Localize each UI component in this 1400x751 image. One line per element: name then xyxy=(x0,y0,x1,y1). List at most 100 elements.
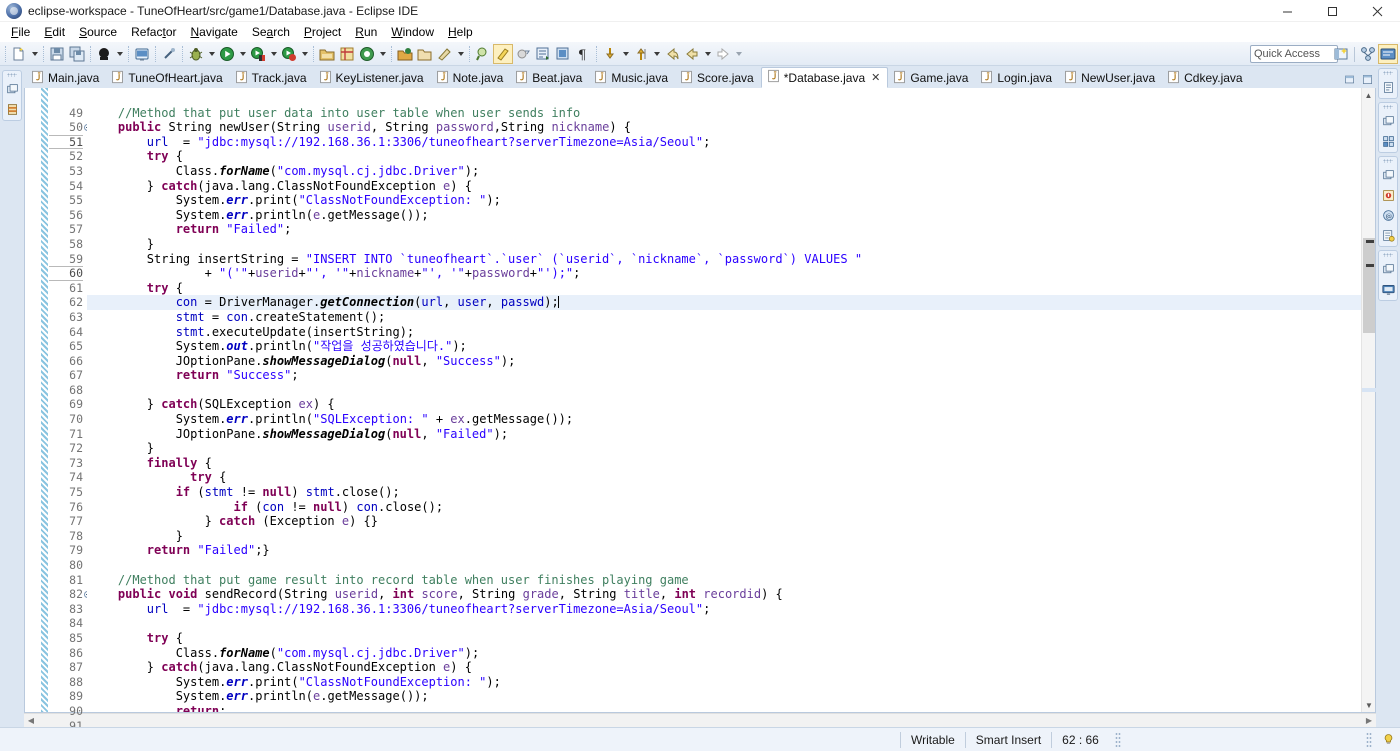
code-line[interactable]: url = "jdbc:mysql://192.168.36.1:3306/tu… xyxy=(87,135,1361,150)
editor-tab-tuneofheartjava[interactable]: TuneOfHeart.java xyxy=(106,67,229,88)
open-folder-icon[interactable] xyxy=(415,44,435,64)
menu-search[interactable]: Search xyxy=(245,23,297,41)
code-line[interactable]: } catch (Exception e) {} xyxy=(87,514,1361,529)
code-line[interactable] xyxy=(87,616,1361,631)
rail-grip[interactable] xyxy=(7,73,17,77)
code-line[interactable]: finally { xyxy=(87,456,1361,471)
scroll-left-arrow[interactable]: ◀ xyxy=(24,714,38,728)
console-view-icon[interactable] xyxy=(1379,280,1397,298)
previous-annotation-icon[interactable] xyxy=(553,44,573,64)
open-perspective-icon[interactable] xyxy=(1331,44,1351,64)
forward-dropdown-arrow[interactable] xyxy=(733,44,744,64)
lightbulb-icon[interactable] xyxy=(1382,733,1396,747)
rail-grip[interactable] xyxy=(1383,105,1393,109)
code-line[interactable]: } xyxy=(87,237,1361,252)
open-task-icon[interactable] xyxy=(435,44,455,64)
goto-line-icon[interactable] xyxy=(631,44,651,64)
editor-tab-cdkeyjava[interactable]: Cdkey.java xyxy=(1162,67,1249,88)
new-wizard-icon[interactable] xyxy=(9,44,29,64)
search-icon[interactable] xyxy=(473,44,493,64)
javadoc-view-icon[interactable]: @ xyxy=(1379,206,1397,224)
profile-dropdown-arrow[interactable] xyxy=(299,44,310,64)
open-task-dropdown-arrow[interactable] xyxy=(455,44,466,64)
code-line[interactable]: //Method that put game result into recor… xyxy=(87,573,1361,588)
editor-left-ruler[interactable] xyxy=(25,88,39,712)
new-annotation-icon[interactable] xyxy=(357,44,377,64)
code-line[interactable]: try { xyxy=(87,631,1361,646)
code-line[interactable]: if (con != null) con.close(); xyxy=(87,500,1361,515)
code-line[interactable]: System.err.println(e.getMessage()); xyxy=(87,208,1361,223)
maximize-editor-icon[interactable] xyxy=(1360,72,1374,86)
code-line[interactable]: JOptionPane.showMessageDialog(null, "Suc… xyxy=(87,354,1361,369)
code-line[interactable]: } xyxy=(87,441,1361,456)
code-line[interactable]: Class.forName("com.mysql.cj.jdbc.Driver"… xyxy=(87,646,1361,661)
menu-refactor[interactable]: Refactor xyxy=(124,23,183,41)
code-line[interactable] xyxy=(87,91,1361,106)
problems-view-icon[interactable] xyxy=(1379,186,1397,204)
code-line[interactable]: } catch(java.lang.ClassNotFoundException… xyxy=(87,179,1361,194)
code-line[interactable]: stmt = con.createStatement(); xyxy=(87,310,1361,325)
outline-view-icon[interactable] xyxy=(1379,78,1397,96)
task-list-icon[interactable] xyxy=(1379,132,1397,150)
editor-tab-mainjava[interactable]: Main.java xyxy=(26,67,106,88)
menu-help[interactable]: Help xyxy=(441,23,480,41)
back-dropdown-arrow[interactable] xyxy=(702,44,713,64)
code-line[interactable]: url = "jdbc:mysql://192.168.36.1:3306/tu… xyxy=(87,602,1361,617)
editor-tab-beatjava[interactable]: Beat.java xyxy=(510,67,589,88)
editor-tab-notejava[interactable]: Note.java xyxy=(431,67,511,88)
editor-tab-keylistenerjava[interactable]: KeyListener.java xyxy=(314,67,431,88)
last-edit-dropdown-arrow[interactable] xyxy=(620,44,631,64)
declaration-view-icon[interactable] xyxy=(1379,226,1397,244)
menu-file[interactable]: File xyxy=(4,23,37,41)
code-line[interactable]: Class.forName("com.mysql.cj.jdbc.Driver"… xyxy=(87,164,1361,179)
save-icon[interactable] xyxy=(47,44,67,64)
code-line[interactable]: public void sendRecord(String userid, in… xyxy=(87,587,1361,602)
scroll-down-arrow[interactable]: ▼ xyxy=(1362,698,1376,712)
next-annotation-icon[interactable] xyxy=(533,44,553,64)
goto-line-dropdown-arrow[interactable] xyxy=(651,44,662,64)
code-line[interactable]: public String newUser(String userid, Str… xyxy=(87,120,1361,135)
editor-tab-databasejava[interactable]: *Database.java ✕ xyxy=(760,67,889,88)
code-line[interactable]: return "Success"; xyxy=(87,368,1361,383)
code-line[interactable]: return "Failed";} xyxy=(87,543,1361,558)
debug-dropdown-arrow[interactable] xyxy=(206,44,217,64)
code-line[interactable]: System.out.println("작업을 성공하였습니다."); xyxy=(87,339,1361,354)
restore-view-icon[interactable] xyxy=(1379,166,1397,184)
editor-horizontal-scrollbar[interactable]: ◀ ▶ xyxy=(24,713,1376,727)
show-whitespace-icon[interactable]: ¶ xyxy=(573,44,593,64)
coverage-dropdown-arrow[interactable] xyxy=(268,44,279,64)
rail-grip[interactable] xyxy=(1383,159,1393,163)
print-dropdown-arrow[interactable] xyxy=(114,44,125,64)
code-line[interactable]: stmt.executeUpdate(insertString); xyxy=(87,325,1361,340)
code-line[interactable]: String insertString = "INSERT INTO `tune… xyxy=(87,252,1361,267)
run-icon[interactable] xyxy=(217,44,237,64)
forward-icon[interactable] xyxy=(713,44,733,64)
package-explorer-icon[interactable] xyxy=(3,100,21,118)
restore-view-icon[interactable] xyxy=(3,80,21,98)
back-icon[interactable] xyxy=(682,44,702,64)
menu-run[interactable]: Run xyxy=(348,23,384,41)
toggle-mark-occurrences-icon[interactable] xyxy=(493,43,513,64)
new-java-package-icon[interactable] xyxy=(317,44,337,64)
skip-breakpoints-icon[interactable] xyxy=(513,44,533,64)
run-dropdown-arrow[interactable] xyxy=(237,44,248,64)
code-line[interactable]: try { xyxy=(87,149,1361,164)
code-line[interactable]: JOptionPane.showMessageDialog(null, "Fai… xyxy=(87,427,1361,442)
print-icon[interactable] xyxy=(94,44,114,64)
code-line[interactable] xyxy=(87,558,1361,573)
horizontal-scroll-track[interactable] xyxy=(38,714,1362,728)
scroll-right-arrow[interactable]: ▶ xyxy=(1362,714,1376,728)
code-line[interactable]: con = DriverManager.getConnection(url, u… xyxy=(87,295,1361,310)
restore-view-icon[interactable] xyxy=(1379,260,1397,278)
editor-tab-close-icon[interactable]: ✕ xyxy=(871,71,880,84)
editor-tab-loginjava[interactable]: Login.java xyxy=(975,67,1059,88)
rail-grip[interactable] xyxy=(1383,253,1393,257)
back-to-icon[interactable] xyxy=(662,44,682,64)
editor-tab-newuserjava[interactable]: NewUser.java xyxy=(1059,67,1162,88)
save-all-icon[interactable] xyxy=(67,44,87,64)
code-line[interactable]: if (stmt != null) stmt.close(); xyxy=(87,485,1361,500)
maximize-button[interactable] xyxy=(1310,0,1355,22)
coverage-icon[interactable] xyxy=(248,44,268,64)
restore-view-icon[interactable] xyxy=(1379,112,1397,130)
code-line[interactable]: try { xyxy=(87,281,1361,296)
